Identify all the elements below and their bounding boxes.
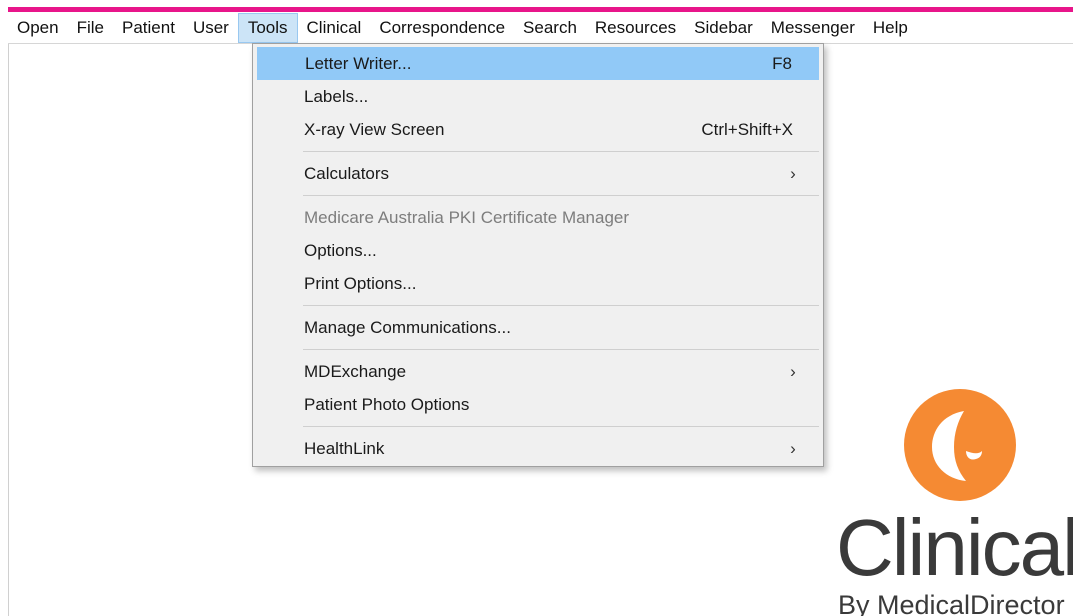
menu-item-print-options[interactable]: Print Options... bbox=[257, 267, 819, 300]
menu-correspondence[interactable]: Correspondence bbox=[370, 13, 514, 43]
menu-messenger[interactable]: Messenger bbox=[762, 13, 864, 43]
menu-item-shortcut: F8 bbox=[772, 53, 792, 73]
menu-item-patient-photo-options[interactable]: Patient Photo Options bbox=[257, 388, 819, 421]
menu-tools[interactable]: Tools bbox=[237, 12, 298, 43]
menu-item-labels[interactable]: Labels... bbox=[257, 80, 819, 113]
menu-item-pki-certificate-manager: Medicare Australia PKI Certificate Manag… bbox=[257, 201, 819, 234]
menu-resources[interactable]: Resources bbox=[586, 13, 685, 43]
menu-item-label: Calculators bbox=[304, 163, 390, 183]
menu-item-manage-communications[interactable]: Manage Communications... bbox=[257, 311, 819, 344]
menu-item-letter-writer[interactable]: Letter Writer... F8 bbox=[257, 47, 819, 80]
menu-search[interactable]: Search bbox=[514, 13, 586, 43]
menu-separator bbox=[303, 421, 819, 432]
menu-separator bbox=[303, 146, 819, 157]
menu-item-label: Medicare Australia PKI Certificate Manag… bbox=[304, 207, 630, 227]
menu-separator bbox=[303, 190, 819, 201]
menu-item-label: Patient Photo Options bbox=[304, 394, 470, 414]
menu-item-calculators[interactable]: Calculators › bbox=[257, 157, 819, 190]
workspace-border bbox=[8, 44, 9, 616]
menu-item-label: X-ray View Screen bbox=[304, 119, 445, 139]
menu-item-label: Labels... bbox=[304, 86, 369, 106]
menu-item-mdexchange[interactable]: MDExchange › bbox=[257, 355, 819, 388]
menu-item-healthlink[interactable]: HealthLink › bbox=[257, 432, 819, 465]
menu-help[interactable]: Help bbox=[864, 13, 917, 43]
menu-file[interactable]: File bbox=[68, 13, 113, 43]
menu-item-label: Options... bbox=[304, 240, 377, 260]
menu-item-label: Letter Writer... bbox=[305, 53, 412, 73]
menu-open[interactable]: Open bbox=[8, 13, 68, 43]
clinical-logo-icon bbox=[904, 389, 1016, 501]
brand-byline: By MedicalDirector bbox=[838, 590, 1065, 616]
chevron-right-icon: › bbox=[790, 438, 796, 458]
menu-item-label: HealthLink bbox=[304, 438, 385, 458]
menu-separator bbox=[303, 300, 819, 311]
menu-item-xray-view-screen[interactable]: X-ray View Screen Ctrl+Shift+X bbox=[257, 113, 819, 146]
brand-name: Clinical bbox=[836, 503, 1073, 592]
menu-clinical[interactable]: Clinical bbox=[298, 13, 371, 43]
menu-item-label: Manage Communications... bbox=[304, 317, 511, 337]
menu-patient[interactable]: Patient bbox=[113, 13, 184, 43]
menu-bar: Open File Patient User Tools Clinical Co… bbox=[8, 12, 1073, 44]
menu-sidebar[interactable]: Sidebar bbox=[685, 13, 762, 43]
menu-user[interactable]: User bbox=[184, 13, 238, 43]
chevron-right-icon: › bbox=[790, 361, 796, 381]
menu-item-options[interactable]: Options... bbox=[257, 234, 819, 267]
menu-item-shortcut: Ctrl+Shift+X bbox=[701, 119, 793, 139]
chevron-right-icon: › bbox=[790, 163, 796, 183]
menu-item-label: MDExchange bbox=[304, 361, 407, 381]
menu-separator bbox=[303, 344, 819, 355]
tools-dropdown-menu: Letter Writer... F8 Labels... X-ray View… bbox=[252, 43, 824, 467]
menu-item-label: Print Options... bbox=[304, 273, 417, 293]
